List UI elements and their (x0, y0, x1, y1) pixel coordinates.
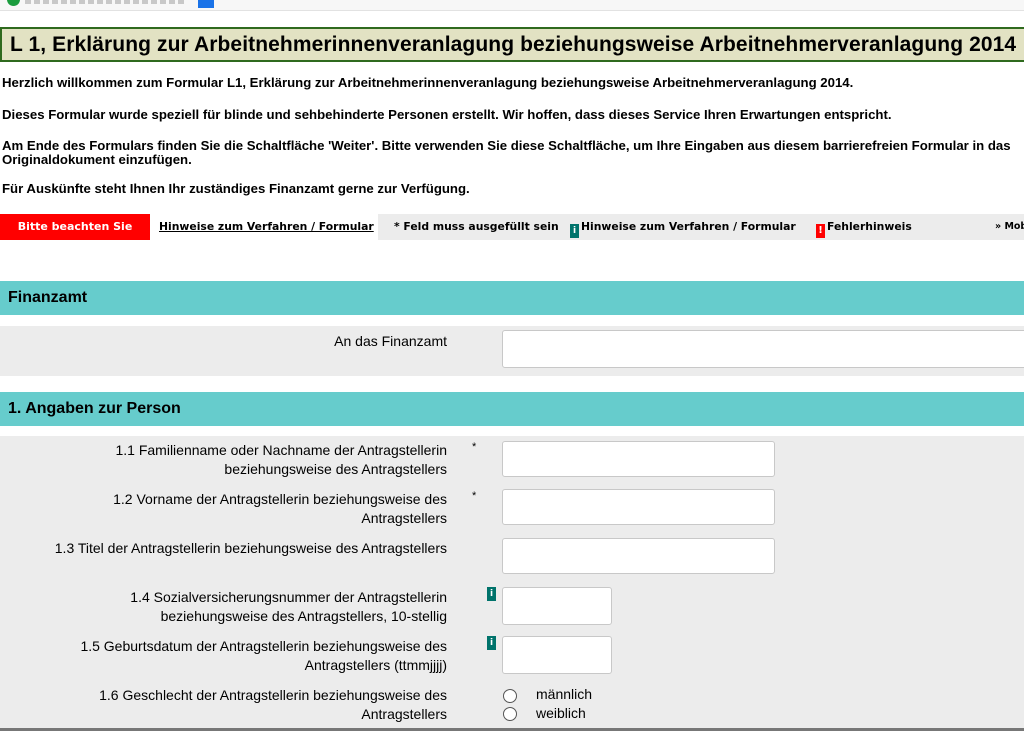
ssn-label: 1.4 Sozialversicherungsnummer der Antrag… (130, 589, 447, 624)
required-field-legend: * Feld muss ausgefüllt sein (394, 220, 559, 233)
birthdate-input[interactable] (502, 636, 612, 674)
firstname-input[interactable] (502, 489, 775, 525)
procedure-notes-link[interactable]: Hinweise zum Verfahren / Formular (150, 214, 378, 240)
legend-bar: Bitte beachten Sie Hinweise zum Verfahre… (0, 214, 1024, 240)
title-input[interactable] (502, 538, 775, 574)
surname-input[interactable] (502, 441, 775, 477)
firstname-label: 1.2 Vorname der Antragstellerin beziehun… (113, 491, 447, 526)
gender-option-female[interactable]: weiblich (536, 705, 586, 721)
info-icon[interactable]: i (487, 587, 496, 601)
tab-favicon-icon (7, 0, 20, 6)
required-marker: * (472, 441, 477, 453)
intro-paragraph-welcome: Herzlich willkommen zum Formular L1, Erk… (2, 76, 854, 90)
gender-radio-male[interactable] (503, 689, 517, 703)
error-icon: ! (816, 224, 825, 238)
info-legend-text: Hinweise zum Verfahren / Formular (581, 220, 796, 233)
intro-paragraph-purpose: Dieses Formular wurde speziell für blind… (2, 108, 892, 122)
gender-option-male[interactable]: männlich (536, 686, 592, 702)
finanzamt-label: An das Finanzamt (334, 333, 447, 349)
info-legend: i Hinweise zum Verfahren / Formular (570, 214, 796, 240)
gender-label: 1.6 Geschlecht der Antragstellerin bezie… (99, 687, 447, 722)
browser-tab-strip (0, 0, 1024, 11)
section-heading-finanzamt: Finanzamt (0, 281, 1024, 315)
section-heading-person: 1. Angaben zur Person (0, 392, 1024, 426)
ssn-input[interactable] (502, 587, 612, 625)
surname-label: 1.1 Familienname oder Nachname der Antra… (115, 442, 447, 477)
info-icon: i (570, 224, 579, 238)
section-body-finanzamt: An das Finanzamt (0, 326, 1024, 376)
title-label: 1.3 Titel der Antragstellerin beziehungs… (54, 540, 447, 556)
tab-favicon-icon (198, 0, 214, 8)
page-title-bar: L 1, Erklärung zur Arbeitnehmerinnenvera… (0, 27, 1024, 62)
intro-paragraph-contact: Für Auskünfte steht Ihnen Ihr zuständige… (2, 182, 470, 196)
mobile-version-link[interactable]: » Mobi (995, 214, 1024, 240)
section-body-person: 1.1 Familienname oder Nachname der Antra… (0, 436, 1024, 728)
finanzamt-field[interactable] (502, 330, 1024, 368)
tab-title-blur (25, 0, 185, 4)
birthdate-label: 1.5 Geburtsdatum der Antragstellerin bez… (80, 638, 447, 673)
error-legend-text: Fehlerhinweis (827, 220, 912, 233)
page-title: L 1, Erklärung zur Arbeitnehmerinnenvera… (10, 33, 1017, 56)
info-icon[interactable]: i (487, 636, 496, 650)
required-marker: * (472, 490, 477, 502)
gender-radio-female[interactable] (503, 707, 517, 721)
intro-paragraph-instructions: Am Ende des Formulars finden Sie die Sch… (2, 139, 1011, 167)
error-legend: ! Fehlerhinweis (816, 214, 912, 240)
notice-button[interactable]: Bitte beachten Sie (0, 214, 150, 240)
